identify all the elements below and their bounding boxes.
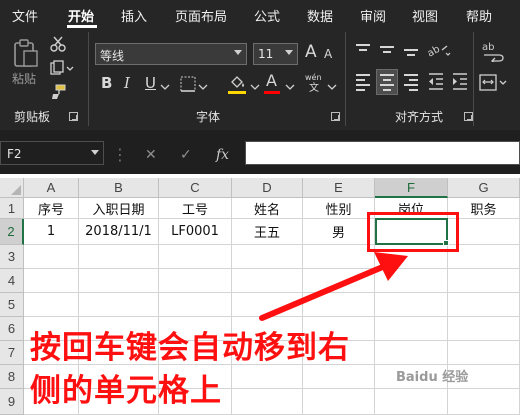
watermark-logo: Baidu 经验 bbox=[396, 370, 469, 385]
annotation-text-line-2: 侧的单元格上 bbox=[30, 373, 222, 409]
annotation-text-line-1: 按回车键会自动移到右 bbox=[30, 330, 350, 366]
